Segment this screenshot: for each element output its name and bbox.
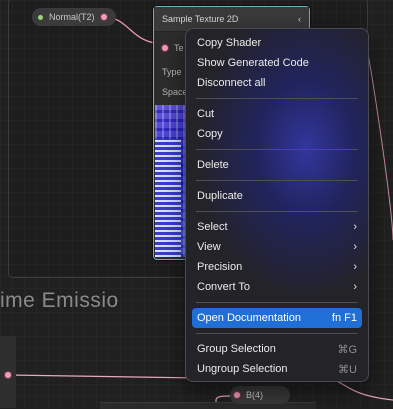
menu-item-label: Convert To: [197, 281, 250, 293]
menu-item-copy[interactable]: Copy: [192, 124, 362, 144]
menu-item-shortcut: ⌘G: [337, 343, 357, 356]
group-title: ime Emission: [0, 289, 120, 312]
preview-strip: [155, 139, 181, 257]
menu-item-disconnect-all[interactable]: Disconnect all: [192, 73, 362, 93]
menu-item-delete[interactable]: Delete: [192, 155, 362, 175]
menu-separator: [196, 149, 358, 150]
output-port-icon[interactable]: [100, 14, 107, 20]
menu-item-ungroup-selection[interactable]: Ungroup Selection ⌘U: [192, 359, 362, 379]
menu-item-shortcut: ⌘U: [338, 363, 357, 376]
menu-item-cut[interactable]: Cut: [192, 104, 362, 124]
menu-separator: [196, 98, 358, 99]
menu-item-show-generated-code[interactable]: Show Generated Code: [192, 53, 362, 73]
type-label: Type: [162, 67, 182, 77]
menu-item-label: Delete: [197, 159, 229, 171]
menu-item-select[interactable]: Select ›: [192, 217, 362, 237]
b4-label: B(4): [246, 390, 264, 400]
menu-item-open-documentation[interactable]: Open Documentation fn F1: [192, 308, 362, 328]
menu-item-label: Duplicate: [197, 190, 243, 202]
property-type-dot-icon: [38, 14, 43, 20]
property-label: Normal(T2): [49, 12, 95, 22]
chevron-right-icon: ›: [353, 281, 357, 293]
chevron-right-icon: ›: [353, 261, 357, 273]
left-port-icon[interactable]: [5, 372, 11, 378]
menu-item-label: Group Selection: [197, 343, 276, 355]
menu-item-group-selection[interactable]: Group Selection ⌘G: [192, 339, 362, 359]
menu-item-view[interactable]: View ›: [192, 237, 362, 257]
b4-port-icon[interactable]: [234, 392, 240, 398]
menu-item-label: Copy Shader: [197, 37, 262, 49]
menu-item-label: Show Generated Code: [197, 57, 309, 69]
menu-item-precision[interactable]: Precision ›: [192, 257, 362, 277]
menu-item-label: Copy: [197, 128, 223, 140]
menu-item-convert-to[interactable]: Convert To ›: [192, 277, 362, 297]
menu-item-label: Precision: [197, 261, 243, 273]
node-title: Sample Texture 2D: [162, 14, 239, 24]
input-port-icon[interactable]: [162, 45, 168, 51]
left-node-edge[interactable]: [0, 336, 16, 408]
menu-item-label: Cut: [197, 108, 215, 120]
property-b4[interactable]: B(4): [230, 386, 290, 404]
menu-separator: [196, 333, 358, 334]
menu-item-label: Open Documentation: [197, 312, 301, 324]
menu-separator: [196, 180, 358, 181]
menu-item-label: Ungroup Selection: [197, 363, 288, 375]
menu-item-duplicate[interactable]: Duplicate: [192, 186, 362, 206]
menu-item-shortcut: fn F1: [331, 312, 357, 324]
property-normal-t2[interactable]: Normal(T2): [32, 8, 116, 26]
collapse-icon[interactable]: ‹: [298, 14, 301, 24]
menu-item-copy-shader[interactable]: Copy Shader: [192, 33, 362, 53]
menu-item-label: Disconnect all: [197, 77, 266, 89]
menu-separator: [196, 211, 358, 212]
chevron-right-icon: ›: [353, 221, 357, 233]
space-label: Space: [162, 87, 188, 97]
chevron-right-icon: ›: [353, 241, 357, 253]
menu-separator: [196, 302, 358, 303]
context-menu[interactable]: Copy Shader Show Generated Code Disconnect…: [185, 28, 369, 382]
menu-item-label: View: [197, 241, 221, 253]
menu-item-label: Select: [197, 221, 228, 233]
input-label: Te: [174, 43, 184, 53]
